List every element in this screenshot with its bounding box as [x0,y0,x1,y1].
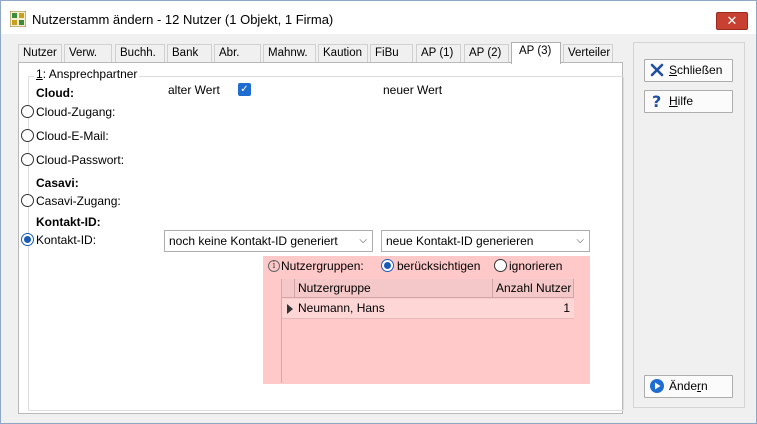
section-contact-id: Kontakt-ID: [36,215,101,229]
window-title: Nutzerstamm ändern - 12 Nutzer (1 Objekt… [32,12,334,27]
table-header-indicator [282,279,295,298]
new-value-header: neuer Wert [383,83,443,97]
window-close-button[interactable]: ✕ [716,12,748,30]
close-x-icon [649,62,665,78]
chevron-down-icon: ⌵ [359,235,367,246]
label-casavi-access: Casavi-Zugang: [36,194,121,208]
cell-count: 1 [563,301,570,315]
column-header-count[interactable]: Anzahl Nutzer [493,279,574,298]
tab-verteiler[interactable]: Verteiler [563,44,613,63]
old-value-header: alter Wert [168,83,220,97]
section-cloud: Cloud: [36,86,74,100]
tab-ap1[interactable]: AP (1) [416,44,461,63]
user-groups-label: Nutzergruppen: [281,259,364,273]
action-panel: Schließen ? Hilfe Ändern [633,42,745,408]
contact-id-new-select[interactable]: neue Kontakt-ID generieren ⌵ [381,230,590,252]
label-cloud-access: Cloud-Zugang: [36,105,116,119]
svg-text:?: ? [652,93,661,109]
tab-verw[interactable]: Verw. [64,44,112,63]
contact-id-old-select[interactable]: noch keine Kontakt-ID generiert ⌵ [164,230,373,252]
tab-bank[interactable]: Bank [167,44,212,63]
close-button[interactable]: Schließen [644,59,733,82]
help-button[interactable]: ? Hilfe [644,90,733,113]
info-icon: i [268,260,280,272]
label-groups-consider: berücksichtigen [397,259,481,273]
tab-ap3[interactable]: AP (3) [511,42,561,64]
tab-panel-ap3: 1: Ansprechpartner alter Wert ✓ neuer We… [18,62,624,414]
tab-abr[interactable]: Abr. [214,44,261,63]
column-header-group[interactable]: Nutzergruppe [295,279,493,298]
row-pointer-icon [287,304,293,314]
tab-ap2[interactable]: AP (2) [464,44,509,63]
tab-fibu[interactable]: FiBu [370,44,413,63]
label-groups-ignore: ignorieren [509,259,563,273]
group-title: 1: Ansprechpartner [34,67,140,81]
table-row[interactable]: Neumann, Hans 1 [282,299,574,319]
chevron-down-icon: ⌵ [576,235,584,246]
radio-groups-consider[interactable] [381,259,394,272]
tab-kaution[interactable]: Kaution [318,44,368,63]
cell-group: Neumann, Hans [298,301,385,315]
radio-groups-ignore[interactable] [494,259,507,272]
title-bar: Nutzerstamm ändern - 12 Nutzer (1 Objekt… [1,1,756,34]
label-cloud-email: Cloud-E-Mail: [36,129,109,143]
dialog-window: Nutzerstamm ändern - 12 Nutzer (1 Objekt… [0,0,757,424]
tab-mahnw[interactable]: Mahnw. [263,44,316,63]
user-groups-table: Nutzergruppe Anzahl Nutzer Neumann, Hans… [281,279,574,383]
section-casavi: Casavi: [36,176,79,190]
contact-id-new-value: neue Kontakt-ID generieren [386,234,534,248]
question-icon: ? [649,92,665,111]
tab-buchh[interactable]: Buchh. [115,44,165,63]
dialog-client: Nutzer Verw. Buchh. Bank Abr. Mahnw. Kau… [7,37,751,418]
radio-cloud-password[interactable] [21,153,34,166]
radio-casavi-access[interactable] [21,194,34,207]
label-contact-id: Kontakt-ID: [36,233,97,247]
app-grid-icon [9,10,27,28]
radio-cloud-access[interactable] [21,105,34,118]
apply-button[interactable]: Ändern [644,375,733,398]
old-value-checkbox[interactable]: ✓ [238,83,251,96]
play-circle-icon [649,378,665,394]
tab-nutzer[interactable]: Nutzer [18,44,62,63]
table-header: Nutzergruppe Anzahl Nutzer [282,279,574,298]
contact-id-old-value: noch keine Kontakt-ID generiert [169,234,338,248]
radio-contact-id[interactable] [21,233,34,246]
label-cloud-password: Cloud-Passwort: [36,153,125,167]
radio-cloud-email[interactable] [21,129,34,142]
